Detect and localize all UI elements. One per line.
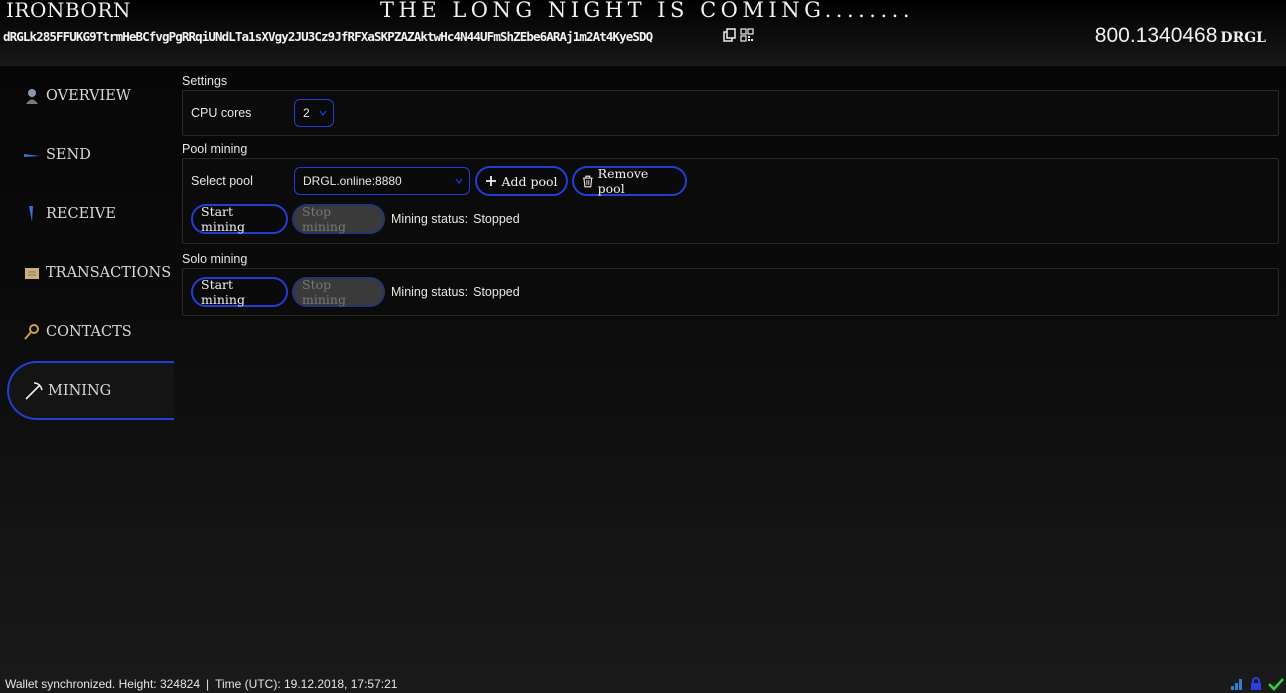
- add-pool-button[interactable]: Add pool: [475, 166, 568, 196]
- receive-icon: [22, 204, 42, 224]
- sidebar: OVERVIEW SEND RECEIVE TRANSACTIONS CONTA…: [0, 66, 174, 420]
- solo-start-mining-button[interactable]: Start mining: [191, 277, 288, 307]
- sidebar-item-contacts[interactable]: CONTACTS: [0, 302, 174, 361]
- solo-mining-panel: Start mining Stop mining Mining status: …: [182, 268, 1279, 316]
- pool-status-value: Stopped: [473, 212, 520, 226]
- overview-icon: [22, 86, 42, 106]
- settings-panel: CPU cores 2: [182, 90, 1279, 136]
- cpu-cores-select[interactable]: 2: [294, 99, 334, 127]
- stop-mining-label: Stop mining: [302, 204, 346, 234]
- wallet-address: dRGLk285FFUKG9TtrmHeBCfvgPgRRqiUNdLTa1sX…: [3, 29, 653, 44]
- balance-ticker: DRGL: [1220, 30, 1266, 46]
- address-actions: [723, 28, 754, 42]
- chevron-down-icon: [455, 178, 463, 184]
- sidebar-item-label: CONTACTS: [46, 323, 132, 340]
- utc-time: Time (UTC): 19.12.2018, 17:57:21: [215, 677, 398, 691]
- pool-mining-panel: Select pool DRGL.online:8880 Add pool Re…: [182, 158, 1279, 244]
- contacts-icon: [22, 322, 42, 342]
- solo-status-label: Mining status:: [391, 285, 469, 299]
- sidebar-item-label: SEND: [46, 146, 91, 163]
- status-bar: Wallet synchronized. Height: 324824 | Time…: [5, 677, 397, 691]
- start-mining-label: Start mining: [201, 204, 245, 234]
- sidebar-item-label: RECEIVE: [46, 205, 116, 222]
- pickaxe-icon: [24, 381, 44, 401]
- settings-title: Settings: [182, 74, 228, 88]
- status-icons: [1230, 676, 1284, 691]
- header: IRONBORN THE LONG NIGHT IS COMING.......…: [0, 0, 1286, 66]
- pool-status-label: Mining status:: [391, 212, 469, 226]
- pool-select-value: DRGL.online:8880: [303, 174, 402, 188]
- plus-icon: [486, 176, 497, 186]
- lock-icon: [1251, 677, 1261, 690]
- trash-icon: [582, 175, 593, 187]
- chevron-down-icon: [319, 110, 327, 116]
- app-title: IRONBORN: [6, 0, 131, 22]
- remove-pool-button[interactable]: Remove pool: [572, 166, 687, 196]
- balance-amount: 800.1340468: [1094, 24, 1218, 47]
- pool-mining-title: Pool mining: [182, 142, 248, 156]
- sync-status: Wallet synchronized. Height: 324824: [5, 677, 200, 691]
- sidebar-item-overview[interactable]: OVERVIEW: [0, 66, 174, 125]
- check-icon: [1268, 677, 1284, 691]
- sidebar-item-receive[interactable]: RECEIVE: [0, 184, 174, 243]
- solo-stop-mining-button[interactable]: Stop mining: [292, 277, 385, 307]
- cpu-cores-value: 2: [303, 106, 310, 120]
- balance: 800.1340468 DRGL: [1095, 24, 1266, 48]
- stop-mining-label: Stop mining: [302, 277, 346, 307]
- select-pool-label: Select pool: [191, 174, 253, 188]
- cpu-cores-label: CPU cores: [191, 106, 252, 120]
- sidebar-item-transactions[interactable]: TRANSACTIONS: [0, 243, 174, 302]
- sidebar-item-label: OVERVIEW: [46, 87, 131, 104]
- pool-start-mining-button[interactable]: Start mining: [191, 204, 288, 234]
- tagline: THE LONG NIGHT IS COMING........: [380, 0, 914, 22]
- sidebar-item-mining[interactable]: MINING: [7, 361, 174, 420]
- sidebar-item-send[interactable]: SEND: [0, 125, 174, 184]
- pool-select[interactable]: DRGL.online:8880: [294, 167, 470, 195]
- start-mining-label: Start mining: [201, 277, 245, 307]
- remove-pool-label: Remove pool: [597, 166, 649, 196]
- solo-mining-title: Solo mining: [182, 252, 248, 266]
- transactions-icon: [22, 263, 42, 283]
- add-pool-label: Add pool: [501, 173, 558, 189]
- status-separator: |: [206, 677, 210, 691]
- copy-icon[interactable]: [723, 28, 737, 42]
- mining-page: Settings CPU cores 2 Pool mining Select …: [182, 72, 1279, 320]
- qr-code-icon[interactable]: [740, 28, 754, 42]
- sidebar-item-label: MINING: [48, 382, 112, 399]
- send-icon: [22, 145, 42, 165]
- solo-status-value: Stopped: [473, 285, 520, 299]
- pool-stop-mining-button[interactable]: Stop mining: [292, 204, 385, 234]
- sidebar-item-label: TRANSACTIONS: [46, 264, 172, 281]
- signal-icon: [1231, 678, 1242, 690]
